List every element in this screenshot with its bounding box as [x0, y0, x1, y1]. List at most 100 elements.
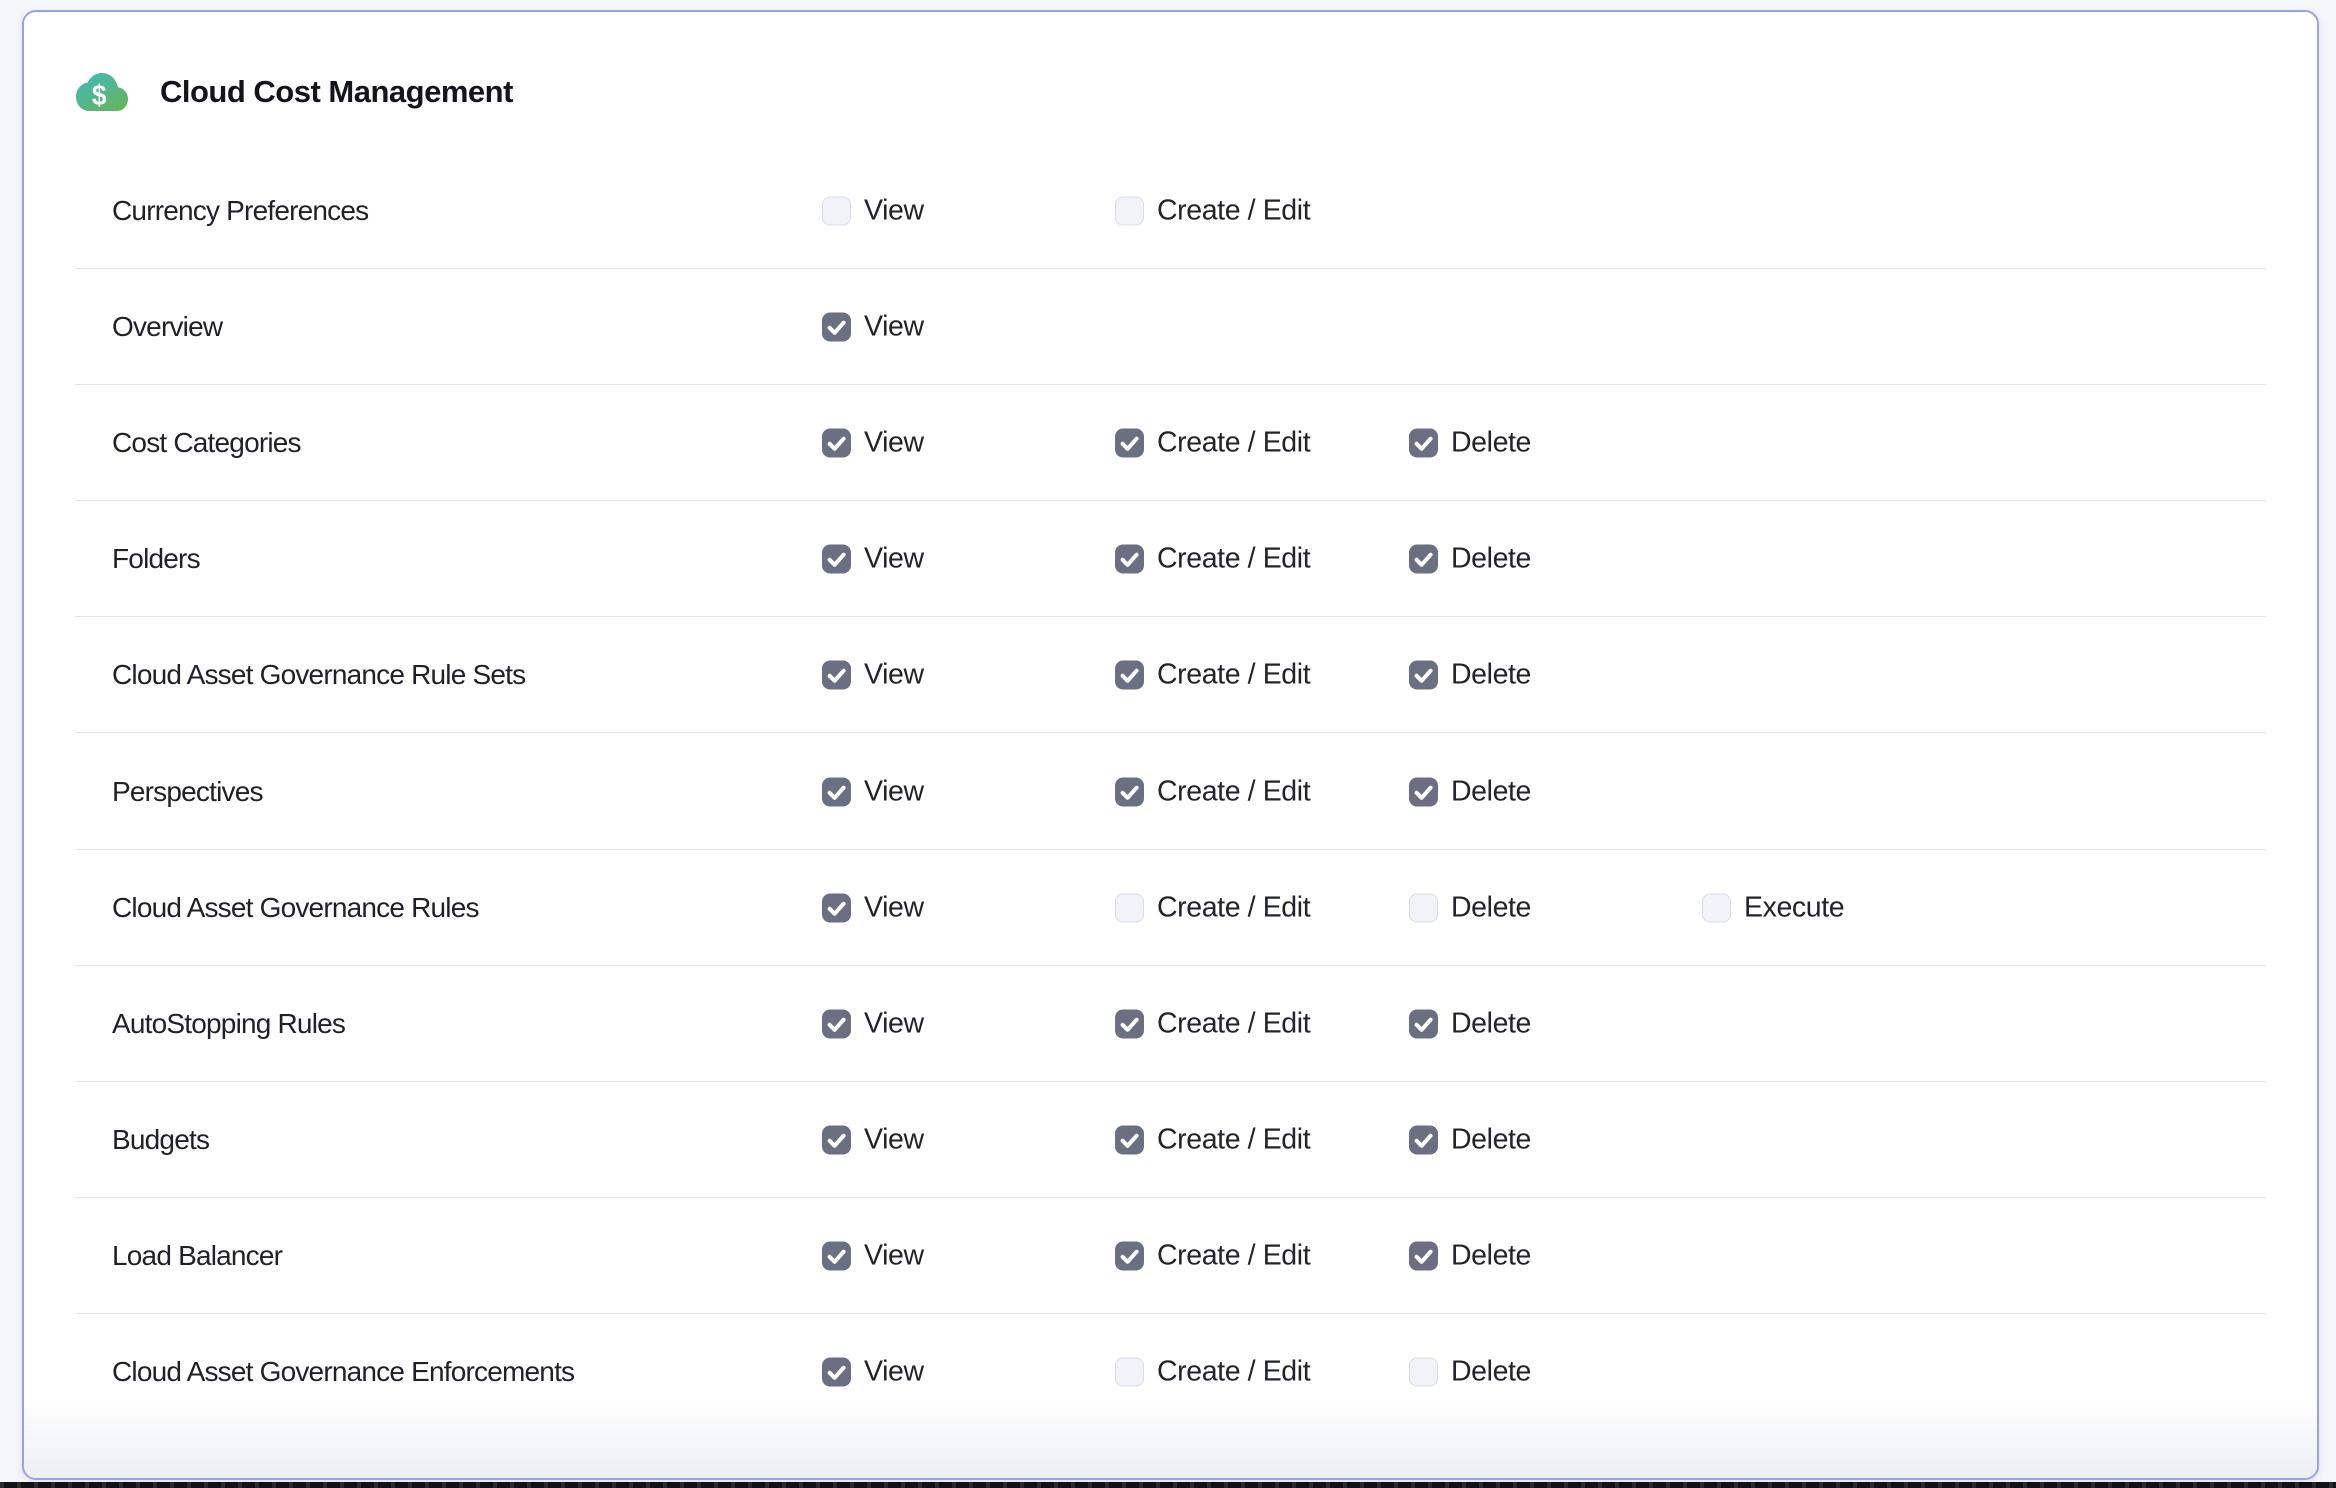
- resource-label: Cloud Asset Governance Rule Sets: [112, 659, 525, 691]
- checkbox-unchecked[interactable]: [1115, 1357, 1144, 1386]
- checkbox-checked[interactable]: [1409, 545, 1438, 574]
- checkbox-checked[interactable]: [822, 1125, 851, 1154]
- permission-delete-unchecked[interactable]: Delete: [1409, 1355, 1531, 1388]
- check-icon: [1115, 429, 1144, 458]
- permission-row-overview: OverviewView: [24, 269, 2317, 385]
- checkbox-checked[interactable]: [1409, 1009, 1438, 1038]
- checkbox-checked[interactable]: [822, 777, 851, 806]
- permission-row-cost-categories: Cost Categories View Create / Edit Delete: [24, 385, 2317, 501]
- checkbox-checked[interactable]: [1115, 1241, 1144, 1270]
- checkbox-label: Delete: [1451, 543, 1531, 576]
- permission-view-checked[interactable]: View: [822, 1355, 924, 1388]
- permission-view-checked[interactable]: View: [822, 891, 924, 924]
- permission-view-checked[interactable]: View: [822, 311, 924, 344]
- checkbox-unchecked[interactable]: [1115, 893, 1144, 922]
- permission-delete-checked[interactable]: Delete: [1409, 1007, 1531, 1040]
- checkbox-label: Delete: [1451, 427, 1531, 460]
- checkbox-label: Create / Edit: [1157, 543, 1310, 576]
- resource-label: Cost Categories: [112, 427, 301, 459]
- dollar-sign-glyph: $: [92, 79, 107, 111]
- permission-view-checked[interactable]: View: [822, 427, 924, 460]
- checkbox-checked[interactable]: [1115, 661, 1144, 690]
- checkbox-checked[interactable]: [822, 1009, 851, 1038]
- permission-create-edit-unchecked[interactable]: Create / Edit: [1115, 891, 1310, 924]
- permission-view-unchecked[interactable]: View: [822, 195, 924, 228]
- checkbox-checked[interactable]: [822, 893, 851, 922]
- permission-create-edit-checked[interactable]: Create / Edit: [1115, 659, 1310, 692]
- permission-create-edit-unchecked[interactable]: Create / Edit: [1115, 195, 1310, 228]
- check-icon: [822, 429, 851, 458]
- checkbox-checked[interactable]: [1115, 1125, 1144, 1154]
- permission-delete-checked[interactable]: Delete: [1409, 427, 1531, 460]
- checkbox-checked[interactable]: [822, 545, 851, 574]
- permission-delete-unchecked[interactable]: Delete: [1409, 891, 1531, 924]
- checkbox-unchecked[interactable]: [1409, 1357, 1438, 1386]
- permission-create-edit-checked[interactable]: Create / Edit: [1115, 1007, 1310, 1040]
- checkbox-unchecked[interactable]: [1409, 893, 1438, 922]
- checkbox-checked[interactable]: [1409, 429, 1438, 458]
- checkbox-checked[interactable]: [1115, 1009, 1144, 1038]
- permission-row-perspectives: PerspectivesViewCreate / EditDelete: [24, 733, 2317, 849]
- checkbox-label: View: [864, 659, 924, 692]
- checkbox-unchecked[interactable]: [1702, 893, 1731, 922]
- permission-view-checked[interactable]: View: [822, 775, 924, 808]
- check-icon: [822, 313, 851, 342]
- cloud-cost-management-permissions-card: $ Cloud Cost Management Currency Prefere…: [22, 10, 2319, 1480]
- checkbox-checked[interactable]: [1115, 545, 1144, 574]
- permission-create-edit-checked[interactable]: Create / Edit: [1115, 775, 1310, 808]
- resource-label: Budgets: [112, 1124, 209, 1156]
- checkbox-checked[interactable]: [822, 1241, 851, 1270]
- checkbox-label: Delete: [1451, 1007, 1531, 1040]
- checkbox-label: View: [864, 775, 924, 808]
- checkbox-unchecked[interactable]: [1115, 197, 1144, 226]
- resource-label: Folders: [112, 543, 200, 575]
- permission-execute-unchecked[interactable]: Execute: [1702, 891, 1844, 924]
- permission-row-budgets: Budgets View Create / Edit Delete: [24, 1082, 2317, 1198]
- permission-delete-checked[interactable]: Delete: [1409, 543, 1531, 576]
- check-icon: [1115, 1241, 1144, 1270]
- checkbox-unchecked[interactable]: [822, 197, 851, 226]
- check-icon: [1409, 429, 1438, 458]
- permission-delete-checked[interactable]: Delete: [1409, 775, 1531, 808]
- checkbox-checked[interactable]: [822, 661, 851, 690]
- resource-label: Cloud Asset Governance Rules: [112, 892, 479, 924]
- check-icon: [822, 545, 851, 574]
- checkbox-checked[interactable]: [822, 429, 851, 458]
- permission-create-edit-checked[interactable]: Create / Edit: [1115, 427, 1310, 460]
- page-title: Cloud Cost Management: [160, 74, 513, 110]
- checkbox-label: Create / Edit: [1157, 195, 1310, 228]
- resource-label: Load Balancer: [112, 1240, 282, 1272]
- checkbox-label: Delete: [1451, 659, 1531, 692]
- check-icon: [822, 1009, 851, 1038]
- checkbox-checked[interactable]: [1409, 1241, 1438, 1270]
- checkbox-label: Delete: [1451, 1355, 1531, 1388]
- permission-view-checked[interactable]: View: [822, 1239, 924, 1272]
- checkbox-checked[interactable]: [1115, 429, 1144, 458]
- permission-row-load-balancer: Load Balancer View Create / Edit Delete: [24, 1198, 2317, 1314]
- permission-delete-checked[interactable]: Delete: [1409, 659, 1531, 692]
- permission-create-edit-checked[interactable]: Create / Edit: [1115, 1239, 1310, 1272]
- checkbox-checked[interactable]: [1115, 777, 1144, 806]
- screenshot-viewport: $ Cloud Cost Management Currency Prefere…: [0, 0, 2336, 1488]
- check-icon: [822, 1357, 851, 1386]
- permission-view-checked[interactable]: View: [822, 659, 924, 692]
- permission-create-edit-checked[interactable]: Create / Edit: [1115, 1123, 1310, 1156]
- checkbox-checked[interactable]: [1409, 777, 1438, 806]
- permission-view-checked[interactable]: View: [822, 543, 924, 576]
- checkbox-label: Create / Edit: [1157, 427, 1310, 460]
- checkbox-checked[interactable]: [1409, 1125, 1438, 1154]
- checkbox-checked[interactable]: [822, 313, 851, 342]
- check-icon: [822, 1125, 851, 1154]
- permission-delete-checked[interactable]: Delete: [1409, 1123, 1531, 1156]
- permission-create-edit-checked[interactable]: Create / Edit: [1115, 543, 1310, 576]
- permission-delete-checked[interactable]: Delete: [1409, 1239, 1531, 1272]
- checkbox-label: View: [864, 1007, 924, 1040]
- permission-create-edit-unchecked[interactable]: Create / Edit: [1115, 1355, 1310, 1388]
- checkbox-label: View: [864, 1123, 924, 1156]
- checkbox-checked[interactable]: [1409, 661, 1438, 690]
- cloud-cost-management-icon: $: [76, 73, 128, 111]
- permission-view-checked[interactable]: View: [822, 1123, 924, 1156]
- permission-row-autostopping-rules: AutoStopping RulesViewCreate / EditDelet…: [24, 966, 2317, 1082]
- checkbox-checked[interactable]: [822, 1357, 851, 1386]
- permission-view-checked[interactable]: View: [822, 1007, 924, 1040]
